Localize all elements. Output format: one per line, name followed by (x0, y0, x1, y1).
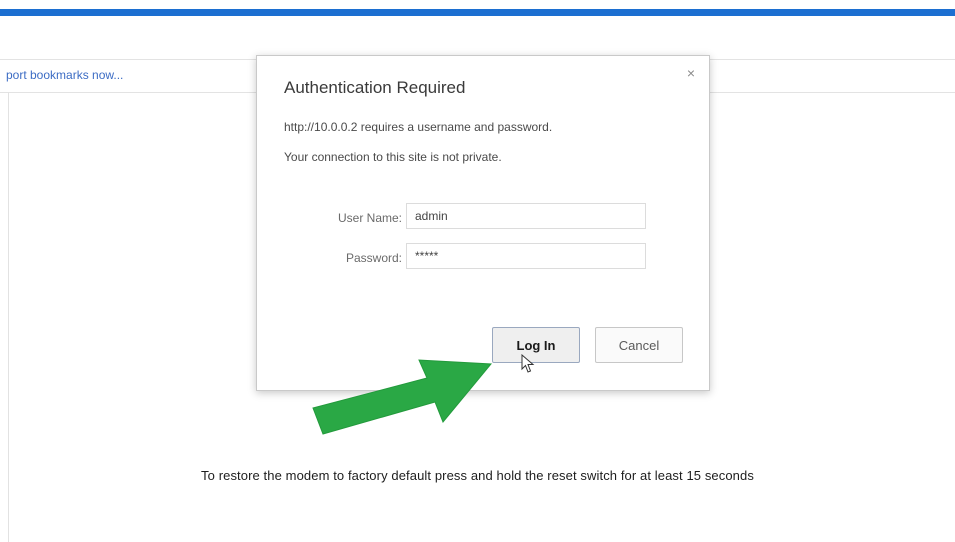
cancel-button[interactable]: Cancel (595, 327, 683, 363)
authentication-dialog: Authentication Required × http://10.0.0.… (256, 55, 710, 391)
password-field[interactable] (406, 243, 646, 269)
password-label: Password: (345, 251, 402, 265)
browser-accent-bar (0, 9, 955, 16)
username-field[interactable] (406, 203, 646, 229)
import-bookmarks-link[interactable]: port bookmarks now... (6, 68, 123, 82)
username-label: User Name: (337, 211, 402, 225)
window-top-strip (0, 0, 955, 5)
dialog-privacy-message: Your connection to this site is not priv… (284, 150, 502, 164)
dialog-title: Authentication Required (284, 78, 466, 97)
dialog-auth-message: http://10.0.0.2 requires a username and … (284, 120, 553, 134)
reset-instructions-text: To restore the modem to factory default … (201, 468, 754, 483)
browser-toolbar-area (0, 16, 955, 60)
green-arrow-annotation (312, 359, 493, 435)
login-button[interactable]: Log In (492, 327, 580, 363)
close-icon[interactable]: × (687, 66, 695, 80)
mouse-pointer-icon (521, 354, 535, 373)
